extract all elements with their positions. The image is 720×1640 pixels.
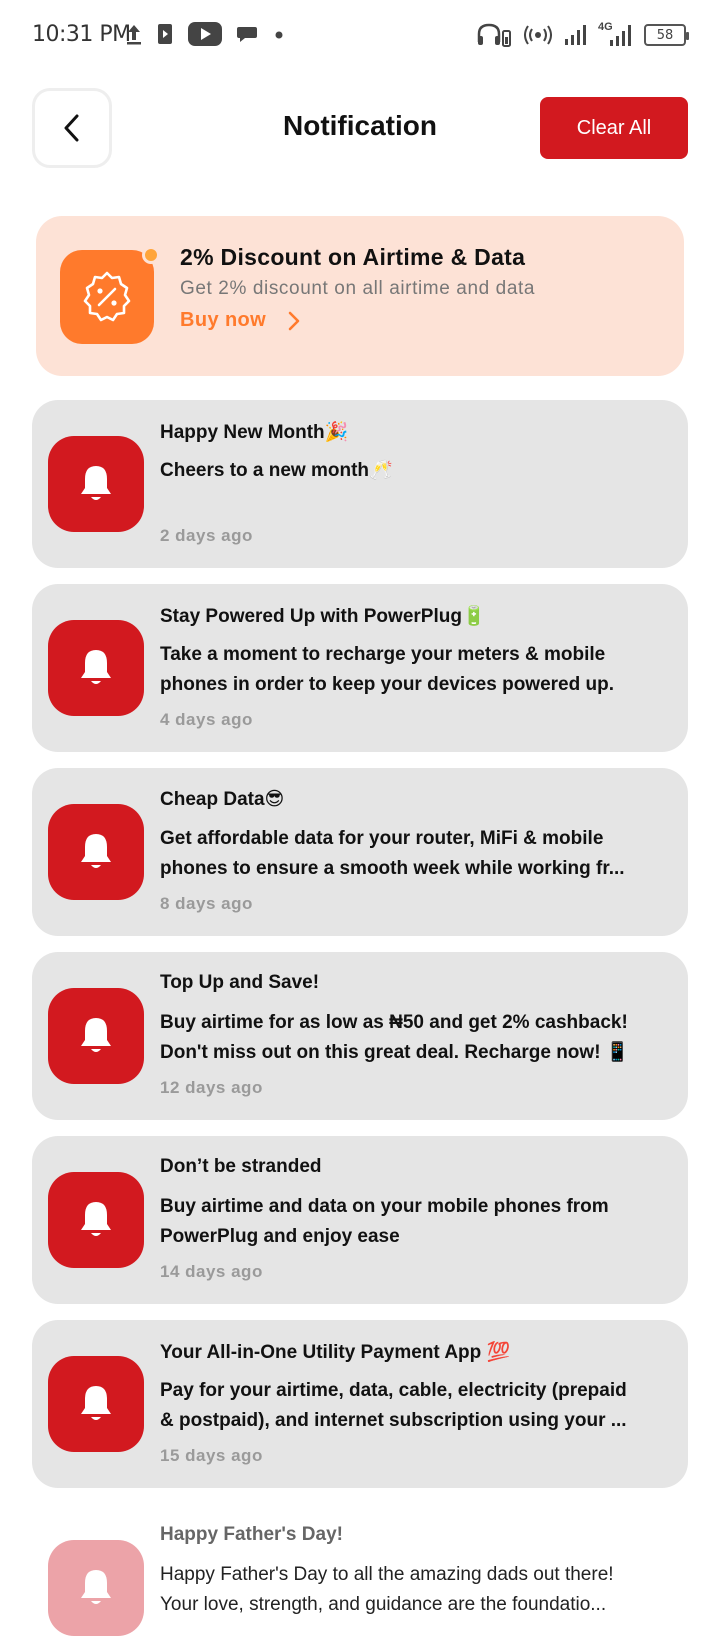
notification-body: Happy Father's Day to all the amazing da… (160, 1564, 614, 1615)
battery-level: 58 (656, 27, 674, 43)
youtube-icon (188, 22, 222, 46)
notification-body: Buy airtime and data on your mobile phon… (160, 1196, 609, 1247)
signal-4g-icon: 4G (598, 21, 632, 47)
hotspot-icon (524, 25, 552, 45)
bell-icon (48, 804, 144, 900)
media-icon (158, 24, 172, 44)
unread-dot (142, 246, 160, 264)
notification-card[interactable]: Your All-in-One Utility Payment App 💯 Pa… (32, 1320, 688, 1488)
buy-now-label: Buy now (180, 309, 267, 331)
bell-icon (48, 436, 144, 532)
notification-card[interactable]: Don’t be stranded Buy airtime and data o… (32, 1136, 688, 1304)
status-system-icons: 4G 58 (476, 21, 689, 48)
notification-card[interactable]: Happy Father's Day! Happy Father's Day t… (32, 1504, 688, 1640)
upload-icon (127, 25, 141, 45)
chevron-left-icon (64, 114, 79, 142)
chat-icon (237, 27, 257, 42)
headset-icon (477, 23, 511, 47)
notification-time: 2 days ago (160, 526, 253, 545)
promo-banner[interactable]: 2% Discount on Airtime & Data Get 2% dis… (36, 216, 684, 376)
notification-card[interactable]: Top Up and Save! Buy airtime for as low … (32, 952, 688, 1120)
bell-icon (48, 988, 144, 1084)
notification-title: Don’t be stranded (160, 1156, 322, 1177)
status-bar: 10:31 PM 4G 58 (0, 0, 720, 72)
dot-icon (275, 31, 283, 39)
signal-icon (565, 25, 586, 45)
bell-icon (48, 1356, 144, 1452)
notification-time: 8 days ago (160, 894, 253, 913)
status-notification-icons (126, 22, 286, 46)
bell-icon (48, 620, 144, 716)
chevron-right-icon (288, 311, 300, 330)
notification-card[interactable]: Stay Powered Up with PowerPlug🔋 Take a m… (32, 584, 688, 752)
notification-body: Cheers to a new month🥂 (160, 460, 393, 481)
notification-time: 14 days ago (160, 1262, 263, 1281)
battery-icon: 58 (644, 24, 689, 46)
bell-icon (48, 1540, 144, 1636)
notification-title: Cheap Data😎 (160, 789, 285, 810)
buy-now-link[interactable]: Buy now (180, 309, 300, 332)
notification-title: Top Up and Save! (160, 972, 320, 993)
notification-body: Pay for your airtime, data, cable, elect… (160, 1380, 627, 1431)
notification-body: Get affordable data for your router, MiF… (160, 828, 625, 879)
clear-all-button[interactable]: Clear All (540, 97, 688, 159)
notification-body: Buy airtime for as low as ₦50 and get 2%… (160, 1012, 630, 1063)
notification-title: Happy New Month🎉 (160, 422, 349, 443)
status-time: 10:31 PM (32, 22, 131, 47)
bell-icon (48, 1172, 144, 1268)
promo-subtitle: Get 2% discount on all airtime and data (180, 278, 536, 299)
notification-body: Take a moment to recharge your meters & … (160, 644, 614, 695)
notification-title: Happy Father's Day! (160, 1524, 343, 1545)
notification-card[interactable]: Happy New Month🎉 Cheers to a new month🥂 … (32, 400, 688, 568)
notification-time: 15 days ago (160, 1446, 263, 1465)
notification-title: Your All-in-One Utility Payment App 💯 (160, 1342, 511, 1363)
notification-time: 12 days ago (160, 1078, 263, 1097)
notification-card[interactable]: Cheap Data😎 Get affordable data for your… (32, 768, 688, 936)
promo-title: 2% Discount on Airtime & Data (180, 244, 526, 270)
notification-time: 4 days ago (160, 710, 253, 729)
discount-badge-icon (60, 246, 160, 344)
notification-title: Stay Powered Up with PowerPlug🔋 (160, 606, 486, 627)
back-button[interactable] (32, 88, 112, 168)
